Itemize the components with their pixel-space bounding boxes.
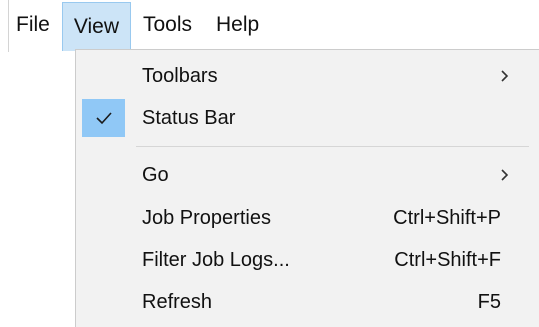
menu-item-shortcut: Ctrl+Shift+F — [394, 248, 501, 271]
check-highlight — [82, 99, 125, 137]
menu-help[interactable]: Help — [204, 2, 271, 48]
chevron-right-icon — [501, 70, 509, 82]
menu-item-job-properties[interactable]: Job Properties Ctrl+Shift+P — [76, 198, 539, 238]
menu-item-shortcut: Ctrl+Shift+P — [393, 206, 501, 229]
menu-separator — [136, 146, 529, 147]
checkmark-icon — [95, 112, 112, 125]
menu-item-label: Job Properties — [142, 206, 271, 229]
menu-bar: File View Tools Help — [9, 0, 539, 51]
menu-item-label: Filter Job Logs... — [142, 248, 290, 271]
view-menu-dropdown: Toolbars Status Bar Go Job Properties Ct… — [75, 49, 539, 327]
menu-item-go[interactable]: Go — [76, 155, 539, 195]
menu-tools[interactable]: Tools — [131, 2, 204, 48]
menu-item-label: Toolbars — [142, 64, 218, 87]
menu-item-filter-job-logs[interactable]: Filter Job Logs... Ctrl+Shift+F — [76, 240, 539, 280]
menu-item-toolbars[interactable]: Toolbars — [76, 56, 539, 96]
menu-file[interactable]: File — [9, 2, 62, 48]
menu-item-label: Go — [142, 163, 169, 186]
menu-item-label: Refresh — [142, 290, 213, 313]
menu-item-label: Status Bar — [142, 106, 236, 129]
menu-item-status-bar[interactable]: Status Bar — [76, 98, 539, 138]
chevron-right-icon — [501, 169, 509, 181]
menu-item-refresh[interactable]: Refresh F5 — [76, 282, 539, 322]
menu-item-shortcut: F5 — [477, 290, 501, 313]
menu-view[interactable]: View — [61, 2, 131, 51]
